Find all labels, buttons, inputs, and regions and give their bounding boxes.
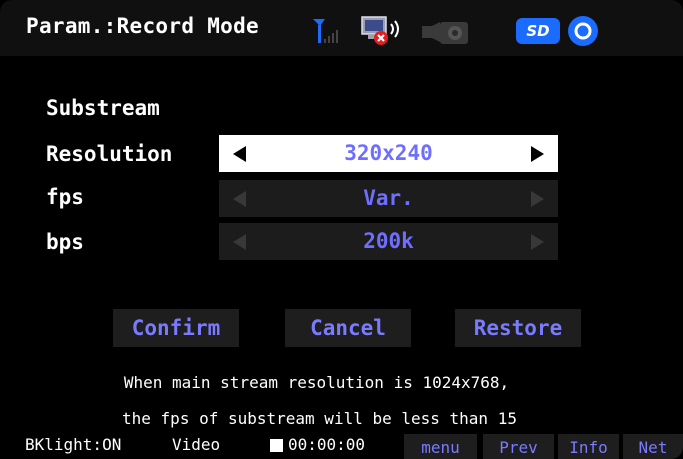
fps-selector[interactable]: Var.: [219, 180, 558, 217]
section-title-substream: Substream: [46, 96, 160, 120]
resolution-value: 320x240: [344, 141, 433, 165]
fps-label: fps: [46, 185, 84, 209]
bottom-status-bar: BKlight:ON Video 00:00:00 menu Prev Info…: [0, 432, 683, 459]
prev-button[interactable]: Prev: [483, 434, 554, 459]
record-timer: 00:00:00: [288, 435, 366, 454]
record-mode-screen: Param.:Record Mode SD Substream Resoluti…: [0, 0, 683, 459]
arrow-right-icon[interactable]: [531, 234, 544, 250]
confirm-button[interactable]: Confirm: [113, 309, 239, 347]
resolution-selector[interactable]: 320x240: [219, 135, 558, 172]
page-title: Param.:Record Mode: [26, 14, 259, 38]
mode-indicator: Video: [172, 435, 221, 454]
camera-icon: [422, 22, 468, 44]
arrow-right-icon[interactable]: [531, 191, 544, 207]
info-button[interactable]: Info: [558, 434, 619, 459]
net-button[interactable]: Net: [623, 434, 683, 459]
backlight-status: BKlight:ON: [25, 435, 122, 454]
signal-antenna-icon: [313, 19, 338, 43]
arrow-right-icon[interactable]: [531, 146, 544, 162]
bps-value: 200k: [363, 229, 414, 253]
info-note-line-1: When main stream resolution is 1024x768,: [123, 373, 510, 392]
fps-value: Var.: [363, 186, 414, 210]
bps-label: bps: [46, 230, 84, 254]
bps-selector[interactable]: 200k: [219, 223, 558, 260]
title-bar: Param.:Record Mode SD: [0, 0, 683, 56]
record-stop-icon: [270, 439, 283, 452]
resolution-label: Resolution: [46, 142, 173, 166]
disc-icon: [568, 16, 598, 46]
network-disconnected-icon: [361, 16, 399, 45]
sd-card-icon: SD: [516, 18, 560, 44]
cancel-button[interactable]: Cancel: [285, 309, 411, 347]
menu-button[interactable]: menu: [404, 434, 477, 459]
info-note-line-2: the fps of substream will be less than 1…: [122, 409, 517, 428]
restore-button[interactable]: Restore: [455, 309, 581, 347]
